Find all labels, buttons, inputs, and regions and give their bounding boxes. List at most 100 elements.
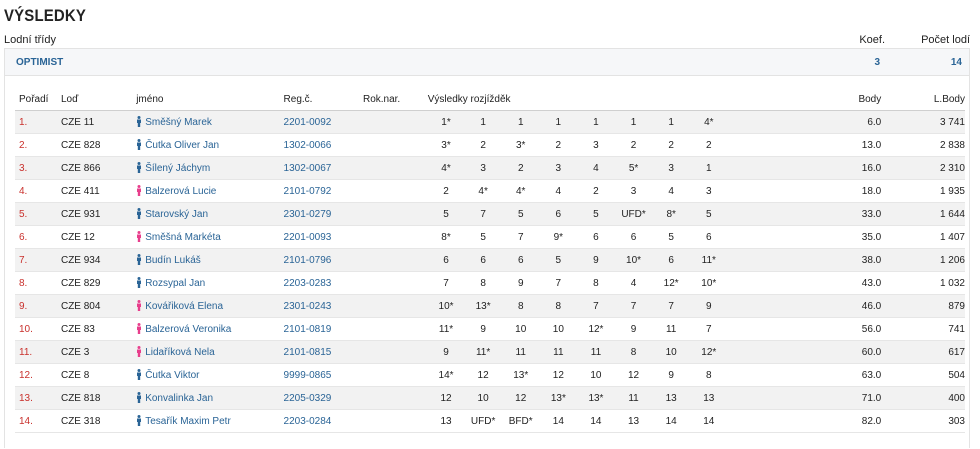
race-result-cell: 4* [501,179,540,203]
reg-number-link[interactable]: 2201-0093 [284,232,332,243]
reg-number-link[interactable]: 2205-0329 [284,393,332,404]
race-result-cell: 12 [614,363,653,387]
ranking-points-cell: 741 [881,317,965,341]
rank-cell: 6. [15,225,61,249]
reg-number-link[interactable]: 2101-0792 [284,186,332,197]
sailor-name-link[interactable]: Kovářiková Elena [145,301,223,312]
race-result-cell: 8 [464,271,502,295]
sailor-name-link[interactable]: Lidaříková Nela [145,347,214,358]
reg-number-link[interactable]: 2101-0819 [284,324,332,335]
sailor-name-link[interactable]: Směšná Markéta [145,232,221,243]
sailor-name-link[interactable]: Rozsypal Jan [145,278,205,289]
ranking-points-cell: 400 [881,386,965,410]
points-cell: 13.0 [727,133,882,157]
class-bar[interactable]: OPTIMIST 3 14 [5,49,969,76]
race-result-cell: 3* [501,133,540,157]
race-result-cell: 4 [614,271,653,295]
ranking-points-cell: 2 310 [881,156,965,180]
birth-year-cell [362,271,428,295]
reg-cell: 2301-0243 [283,294,363,318]
race-result-cell: 9 [689,294,728,318]
rank-cell: 14. [15,409,61,433]
race-result-cell: 1 [501,110,540,134]
reg-number-link[interactable]: 2301-0243 [284,301,332,312]
birth-year-cell [362,317,428,341]
female-icon [136,231,142,242]
rank-cell: 12. [15,363,61,387]
reg-number-link[interactable]: 2203-0284 [284,416,332,427]
class-boat-count: 14 [950,57,962,68]
reg-number-link[interactable]: 2201-0092 [284,117,332,128]
reg-number-link[interactable]: 2203-0283 [284,278,332,289]
birth-year-cell [362,386,428,410]
race-result-cell: 11 [614,386,653,410]
race-result-cell: 1 [689,156,728,180]
col-lbody: L.Body [881,88,965,111]
male-icon [136,162,142,173]
reg-number-link[interactable]: 2301-0279 [284,209,332,220]
race-result-cell: 13* [577,386,615,410]
class-name[interactable]: OPTIMIST [16,57,63,68]
sailor-name-link[interactable]: Tesařík Maxim Petr [145,416,231,427]
race-result-cell: 3 [652,156,690,180]
race-result-cell: 5 [464,225,502,249]
sailor-name-link[interactable]: Směšný Marek [145,117,212,128]
page-title: VÝSLEDKY [4,6,87,25]
race-result-cell: 2 [464,133,502,157]
ranking-points-cell: 3 741 [881,110,965,134]
female-icon [136,346,142,357]
reg-number-link[interactable]: 9999-0865 [284,370,332,381]
points-cell: 18.0 [727,179,882,203]
race-result-cell: 8 [689,363,728,387]
boat-cell: CZE 804 [60,294,137,318]
sailor-name-link[interactable]: Šílený Jáchym [145,163,210,174]
sailor-cell: Směšná Markéta [136,225,284,249]
reg-cell: 1302-0066 [283,133,363,157]
sailor-name-link[interactable]: Budín Lukáš [145,255,201,266]
col-body: Body [727,88,882,111]
race-result-cell: 2 [652,133,690,157]
male-icon [136,208,142,219]
race-result-cell: 11 [501,340,540,364]
sailor-name-link[interactable]: Starovský Jan [145,209,208,220]
race-result-cell: 3 [464,156,502,180]
points-cell: 6.0 [727,110,882,134]
class-koef: 3 [874,57,880,68]
reg-number-link[interactable]: 2101-0796 [284,255,332,266]
male-icon [136,254,142,265]
race-result-cell: 2 [501,156,540,180]
sailor-cell: Tesařík Maxim Petr [136,409,284,433]
race-result-cell: 13* [464,294,502,318]
sailor-name-link[interactable]: Čutka Viktor [145,370,199,381]
birth-year-cell [362,179,428,203]
rank-cell: 8. [15,271,61,295]
race-result-cell: 12 [464,363,502,387]
boat-cell: CZE 12 [60,225,137,249]
reg-number-link[interactable]: 1302-0067 [284,163,332,174]
race-result-cell: 8* [652,202,690,226]
reg-number-link[interactable]: 1302-0066 [284,140,332,151]
sailor-name-link[interactable]: Čutka Oliver Jan [145,140,219,151]
race-result-cell: 12* [689,340,728,364]
race-result-cell: 5 [689,202,728,226]
race-result-cell: 2 [577,179,615,203]
rank-cell: 1. [15,110,61,134]
sailor-name-link[interactable]: Balzerová Veronika [145,324,231,335]
race-result-cell: 6 [501,248,540,272]
sailor-name-link[interactable]: Konvalinka Jan [145,393,213,404]
race-result-cell: 8 [539,294,578,318]
boat-cell: CZE 318 [60,409,137,433]
rank-cell: 11. [15,340,61,364]
sailor-name-link[interactable]: Balzerová Lucie [145,186,216,197]
race-result-cell: 13 [652,386,690,410]
sailor-cell: Čutka Viktor [136,363,284,387]
reg-cell: 2301-0279 [283,202,363,226]
race-result-cell: 6 [689,225,728,249]
reg-number-link[interactable]: 2101-0815 [284,347,332,358]
ranking-points-cell: 879 [881,294,965,318]
classes-header: Lodní třídy Koef. Počet lodí [4,34,970,48]
race-result-cell: 12 [539,363,578,387]
male-icon [136,139,142,150]
table-row: 8. CZE 829 Rozsypal Jan 2203-0283 7 8 9 7 8 4 12* 1… [15,271,965,295]
table-row: 13. CZE 818 Konvalinka Jan 2205-0329 12 10 12 1… [15,386,965,410]
